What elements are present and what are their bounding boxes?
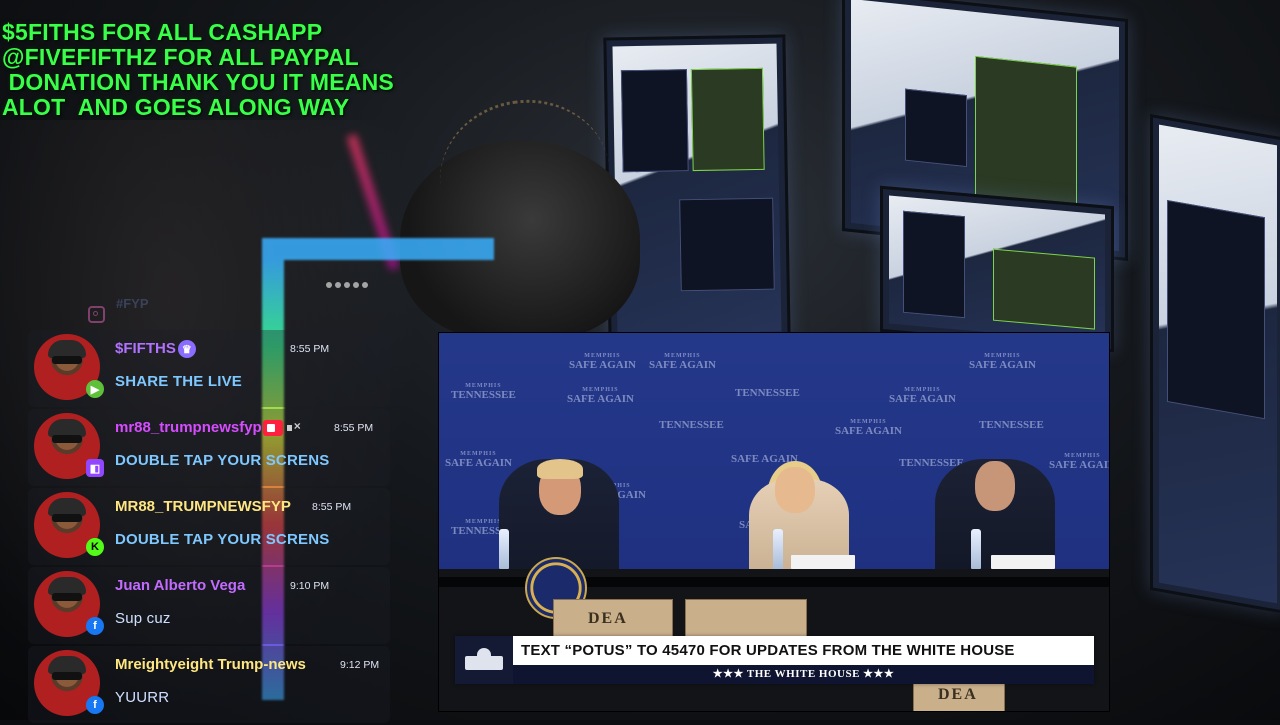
chat-text: SHARE THE LIVE [115,373,242,390]
water-bottle [971,529,981,569]
backdrop-logo: MEMPHISSAFE AGAIN [969,353,1036,371]
donation-line: $5FITHS FOR ALL CASHAPP [2,19,323,45]
chat-text: DOUBLE TAP YOUR SCRENS [115,531,330,548]
backdrop-logo: MEMPHISSAFE AGAIN [569,353,636,371]
monitor-4 [1150,114,1280,614]
chat-message: ◧ mr88_trumpnewsfyp 8:55 PM DOUBLE TAP Y… [28,409,390,488]
water-bottle [499,529,509,569]
twitch-icon: ◧ [86,459,104,477]
speaker-1-hair [537,459,583,479]
backdrop-logo: TENNESSEE [659,419,724,431]
chat-text: YUURR [115,689,170,706]
chat-feed: ▶ $FIFTHS ♛ 8:55 PM SHARE THE LIVE ◧ mr88… [28,330,390,725]
chat-username: $FIFTHS ♛ [115,340,196,359]
backdrop-logo: TENNESSEE [979,419,1044,431]
crown-badge-icon: ♛ [177,340,196,359]
banner-subline: ★★★ THE WHITE HOUSE ★★★ [513,665,1094,684]
video-feed: MEMPHIS SAFE AGAIN MEMPHIS SAFE AGAIN MEMP… [438,332,1110,712]
facebook-icon: f [86,617,104,635]
chat-message: K MR88_TRUMPNEWSFYP 8:55 PM DOUBLE TAP Y… [28,488,390,567]
donation-line: @FIVEFIFTHZ FOR ALL PAYPAL [2,44,359,70]
kick-icon: K [86,538,104,556]
facebook-icon: f [86,696,104,714]
backdrop-logo: TENNESSEE [735,387,800,399]
dea-label: DEA [588,610,628,627]
backdrop-logo: MEMPHISSAFE AGAIN [1049,453,1110,471]
fyp-tag: #FYP [116,296,149,311]
speaker-3-head [975,461,1015,511]
backdrop-logo: MEMPHISSAFE AGAIN [889,387,956,405]
donation-line: DONATION THANK YOU IT MEANS [2,69,394,95]
chat-message: f Mreightyeight Trump-news 9:12 PM YUURR [28,646,390,725]
donation-overlay: $5FITHS FOR ALL CASHAPP @FIVEFIFTHZ FOR … [2,20,394,120]
white-house-icon [455,636,513,684]
instagram-icon [88,306,105,323]
backdrop-logo: MEMPHISSAFE AGAIN [649,353,716,371]
evidence-box [685,599,807,641]
backdrop-logo: MEMPHIS TENNESSEE [451,383,516,401]
lower-third-banner: TEXT “POTUS” TO 45470 FOR UPDATES FROM T… [455,636,1094,684]
chat-timestamp: 8:55 PM [312,501,352,513]
speaker-2-head [775,467,815,513]
chat-username: mr88_trumpnewsfyp [115,419,301,437]
mute-icon [286,419,301,435]
nameplate [791,555,855,569]
water-bottle [773,529,783,569]
rumble-icon: ▶ [86,380,104,398]
backdrop-logo: MEMPHISSAFE AGAIN [567,387,634,405]
chat-message: ▶ $FIFTHS ♛ 8:55 PM SHARE THE LIVE [28,330,390,409]
chat-username: Juan Alberto Vega [115,577,246,594]
chat-timestamp: 9:10 PM [290,580,330,592]
nameplate [991,555,1055,569]
backdrop-logo: MEMPHISSAFE AGAIN [835,419,902,437]
backdrop-logo: MEMPHISSAFE AGAIN [445,451,512,469]
evidence-box: DEA [553,599,673,641]
donation-line: ALOT AND GOES ALONG WAY [2,94,350,120]
monitor-3 [880,185,1114,353]
chat-message: f Juan Alberto Vega 9:10 PM Sup cuz [28,567,390,646]
chat-timestamp: 8:55 PM [334,422,374,434]
chat-username: MR88_TRUMPNEWSFYP [115,498,291,515]
camera-badge-icon [262,420,283,437]
chat-text: Sup cuz [115,610,171,627]
chat-timestamp: 9:12 PM [340,659,380,671]
dea-label: DEA [938,686,978,703]
chat-text: DOUBLE TAP YOUR SCRENS [115,452,330,469]
social-dots [326,282,368,288]
chat-timestamp: 8:55 PM [290,343,330,355]
chat-username: Mreightyeight Trump-news [115,656,306,673]
monitor-1 [603,34,791,344]
banner-headline: TEXT “POTUS” TO 45470 FOR UPDATES FROM T… [521,642,1015,659]
